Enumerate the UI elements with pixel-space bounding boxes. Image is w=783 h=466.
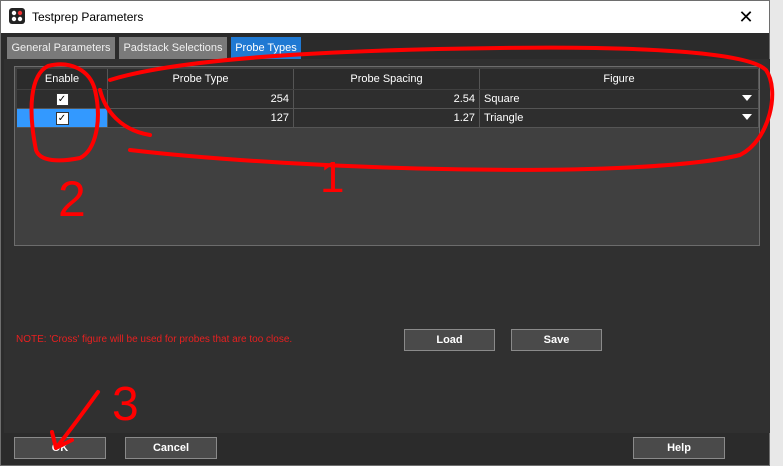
table-row[interactable]: ✓ 127 1.27 Triangle bbox=[15, 109, 759, 128]
figure-dropdown[interactable]: Triangle bbox=[480, 109, 759, 128]
enable-cell[interactable]: ✓ bbox=[17, 90, 108, 109]
column-header-probe-type[interactable]: Probe Type bbox=[108, 69, 294, 89]
help-button[interactable]: Help bbox=[633, 437, 725, 459]
column-header-figure[interactable]: Figure bbox=[480, 69, 759, 89]
dropdown-arrow-icon[interactable] bbox=[742, 114, 752, 120]
enable-checkbox[interactable]: ✓ bbox=[55, 111, 69, 125]
ok-button[interactable]: OK bbox=[14, 437, 106, 459]
column-header-enable[interactable]: Enable bbox=[17, 69, 108, 89]
close-button[interactable]: ✕ bbox=[723, 1, 769, 33]
app-icon bbox=[9, 8, 25, 24]
probe-type-cell[interactable]: 127 bbox=[108, 109, 294, 128]
window-title: Testprep Parameters bbox=[32, 10, 144, 24]
tab-probe-types[interactable]: Probe Types bbox=[231, 37, 301, 59]
dialog-window: Testprep Parameters ✕ General Parameters… bbox=[0, 0, 770, 466]
tab-content-panel: Enable Probe Type Probe Spacing Figure ✓… bbox=[4, 59, 770, 433]
save-button[interactable]: Save bbox=[511, 329, 602, 351]
tab-label: General Parameters bbox=[11, 42, 111, 54]
column-header-probe-spacing[interactable]: Probe Spacing bbox=[294, 69, 480, 89]
figure-value: Triangle bbox=[484, 112, 524, 124]
table-row[interactable]: ✓ 254 2.54 Square bbox=[15, 90, 759, 109]
probe-types-grid: Enable Probe Type Probe Spacing Figure ✓… bbox=[14, 66, 760, 246]
probe-spacing-cell[interactable]: 1.27 bbox=[294, 109, 480, 128]
figure-dropdown[interactable]: Square bbox=[480, 90, 759, 109]
cancel-button[interactable]: Cancel bbox=[125, 437, 217, 459]
load-button[interactable]: Load bbox=[404, 329, 495, 351]
probe-type-cell[interactable]: 254 bbox=[108, 90, 294, 109]
tab-label: Padstack Selections bbox=[123, 42, 223, 54]
note-text: NOTE: 'Cross' figure will be used for pr… bbox=[16, 334, 293, 345]
enable-cell[interactable]: ✓ bbox=[17, 109, 108, 128]
close-icon: ✕ bbox=[738, 6, 754, 27]
enable-checkbox[interactable]: ✓ bbox=[55, 92, 69, 106]
title-bar: Testprep Parameters ✕ bbox=[1, 1, 769, 33]
tab-padstack-selections[interactable]: Padstack Selections bbox=[119, 37, 227, 59]
figure-value: Square bbox=[484, 93, 520, 105]
dropdown-arrow-icon[interactable] bbox=[742, 95, 752, 101]
tab-label: Probe Types bbox=[235, 42, 297, 54]
tab-general-parameters[interactable]: General Parameters bbox=[7, 37, 115, 59]
probe-spacing-cell[interactable]: 2.54 bbox=[294, 90, 480, 109]
bottom-button-bar: OK Cancel Help bbox=[1, 433, 769, 465]
